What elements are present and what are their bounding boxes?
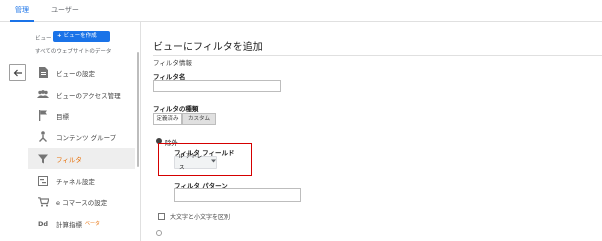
filter-field-value: IP アドレス bbox=[179, 153, 203, 171]
sidebar-item-view-access[interactable]: ビューのアクセス管理 bbox=[28, 84, 135, 105]
main-panel: ビューにフィルタを追加 フィルタ情報 フィルタ名 フィルタの種類 定義済み カス… bbox=[140, 22, 602, 241]
sidebar-item-label: 計算指標 bbox=[56, 220, 82, 229]
section-title: フィルタ情報 bbox=[153, 59, 192, 67]
cart-icon bbox=[37, 196, 49, 208]
sidebar-item-label: ビューの設定 bbox=[56, 69, 95, 78]
plus-icon: + bbox=[57, 33, 62, 39]
section-divider bbox=[153, 55, 602, 56]
sidebar-item-goals[interactable]: 目標 bbox=[28, 105, 135, 126]
sidebar-item-ecommerce-settings[interactable]: e コマースの設定 bbox=[28, 191, 135, 212]
sidebar-item-content-groups[interactable]: コンテンツ グループ bbox=[28, 126, 135, 147]
filter-icon bbox=[37, 153, 49, 165]
create-view-label: ビューを作成 bbox=[63, 33, 97, 39]
filter-type-label: フィルタの種類 bbox=[153, 105, 199, 113]
filter-pattern-input[interactable] bbox=[174, 188, 301, 202]
people-icon bbox=[37, 89, 49, 101]
sidebar-item-label: フィルタ bbox=[56, 155, 82, 164]
filter-type-custom[interactable]: カスタム bbox=[182, 113, 216, 125]
sidebar-item-label: チャネル設定 bbox=[56, 177, 95, 186]
beta-badge: ベータ bbox=[85, 221, 101, 227]
create-view-button[interactable]: + ビューを作成 bbox=[53, 31, 110, 42]
sidebar-item-label: e コマースの設定 bbox=[56, 198, 108, 207]
include-radio[interactable] bbox=[156, 230, 162, 236]
flag-icon bbox=[37, 110, 49, 122]
dd-icon: Dd bbox=[37, 219, 49, 228]
sidebar-item-label: コンテンツ グループ bbox=[56, 133, 117, 142]
tab-admin[interactable]: 管理 bbox=[10, 0, 34, 22]
filter-field-dropdown[interactable]: IP アドレス bbox=[174, 154, 217, 171]
case-sensitive-checkbox[interactable] bbox=[158, 213, 165, 220]
sidebar-item-label: 目標 bbox=[56, 112, 69, 121]
page-title: ビューにフィルタを追加 bbox=[153, 42, 263, 53]
view-name[interactable]: すべてのウェブサイトのデータ bbox=[35, 47, 111, 55]
sidebar-item-label: ビューのアクセス管理 bbox=[56, 91, 121, 100]
tab-user[interactable]: ユーザー bbox=[49, 0, 81, 22]
chevron-down-icon bbox=[211, 157, 216, 168]
filter-name-input[interactable] bbox=[153, 80, 281, 92]
sidebar-item-channel-settings[interactable]: チャネル設定 bbox=[28, 170, 135, 191]
sidebar-scrollbar[interactable] bbox=[137, 52, 139, 167]
channel-icon bbox=[37, 175, 49, 187]
back-arrow-icon[interactable] bbox=[9, 64, 26, 81]
person-tree-icon bbox=[37, 131, 49, 143]
view-label: ビュー bbox=[35, 36, 52, 42]
top-tab-bar: 管理 ユーザー bbox=[0, 0, 602, 22]
sidebar-item-calculated-metrics[interactable]: Dd 計算指標 ベータ bbox=[28, 213, 135, 234]
sidebar-item-view-settings[interactable]: ビューの設定 bbox=[28, 62, 135, 83]
document-icon bbox=[37, 67, 49, 79]
case-sensitive-label: 大文字と小文字を区別 bbox=[170, 214, 231, 221]
filter-type-predefined[interactable]: 定義済み bbox=[153, 113, 182, 125]
sidebar: ビュー + ビューを作成 すべてのウェブサイトのデータ ビューの設定 ビューのアク… bbox=[0, 22, 140, 241]
sidebar-item-filters[interactable]: フィルタ bbox=[28, 148, 135, 169]
